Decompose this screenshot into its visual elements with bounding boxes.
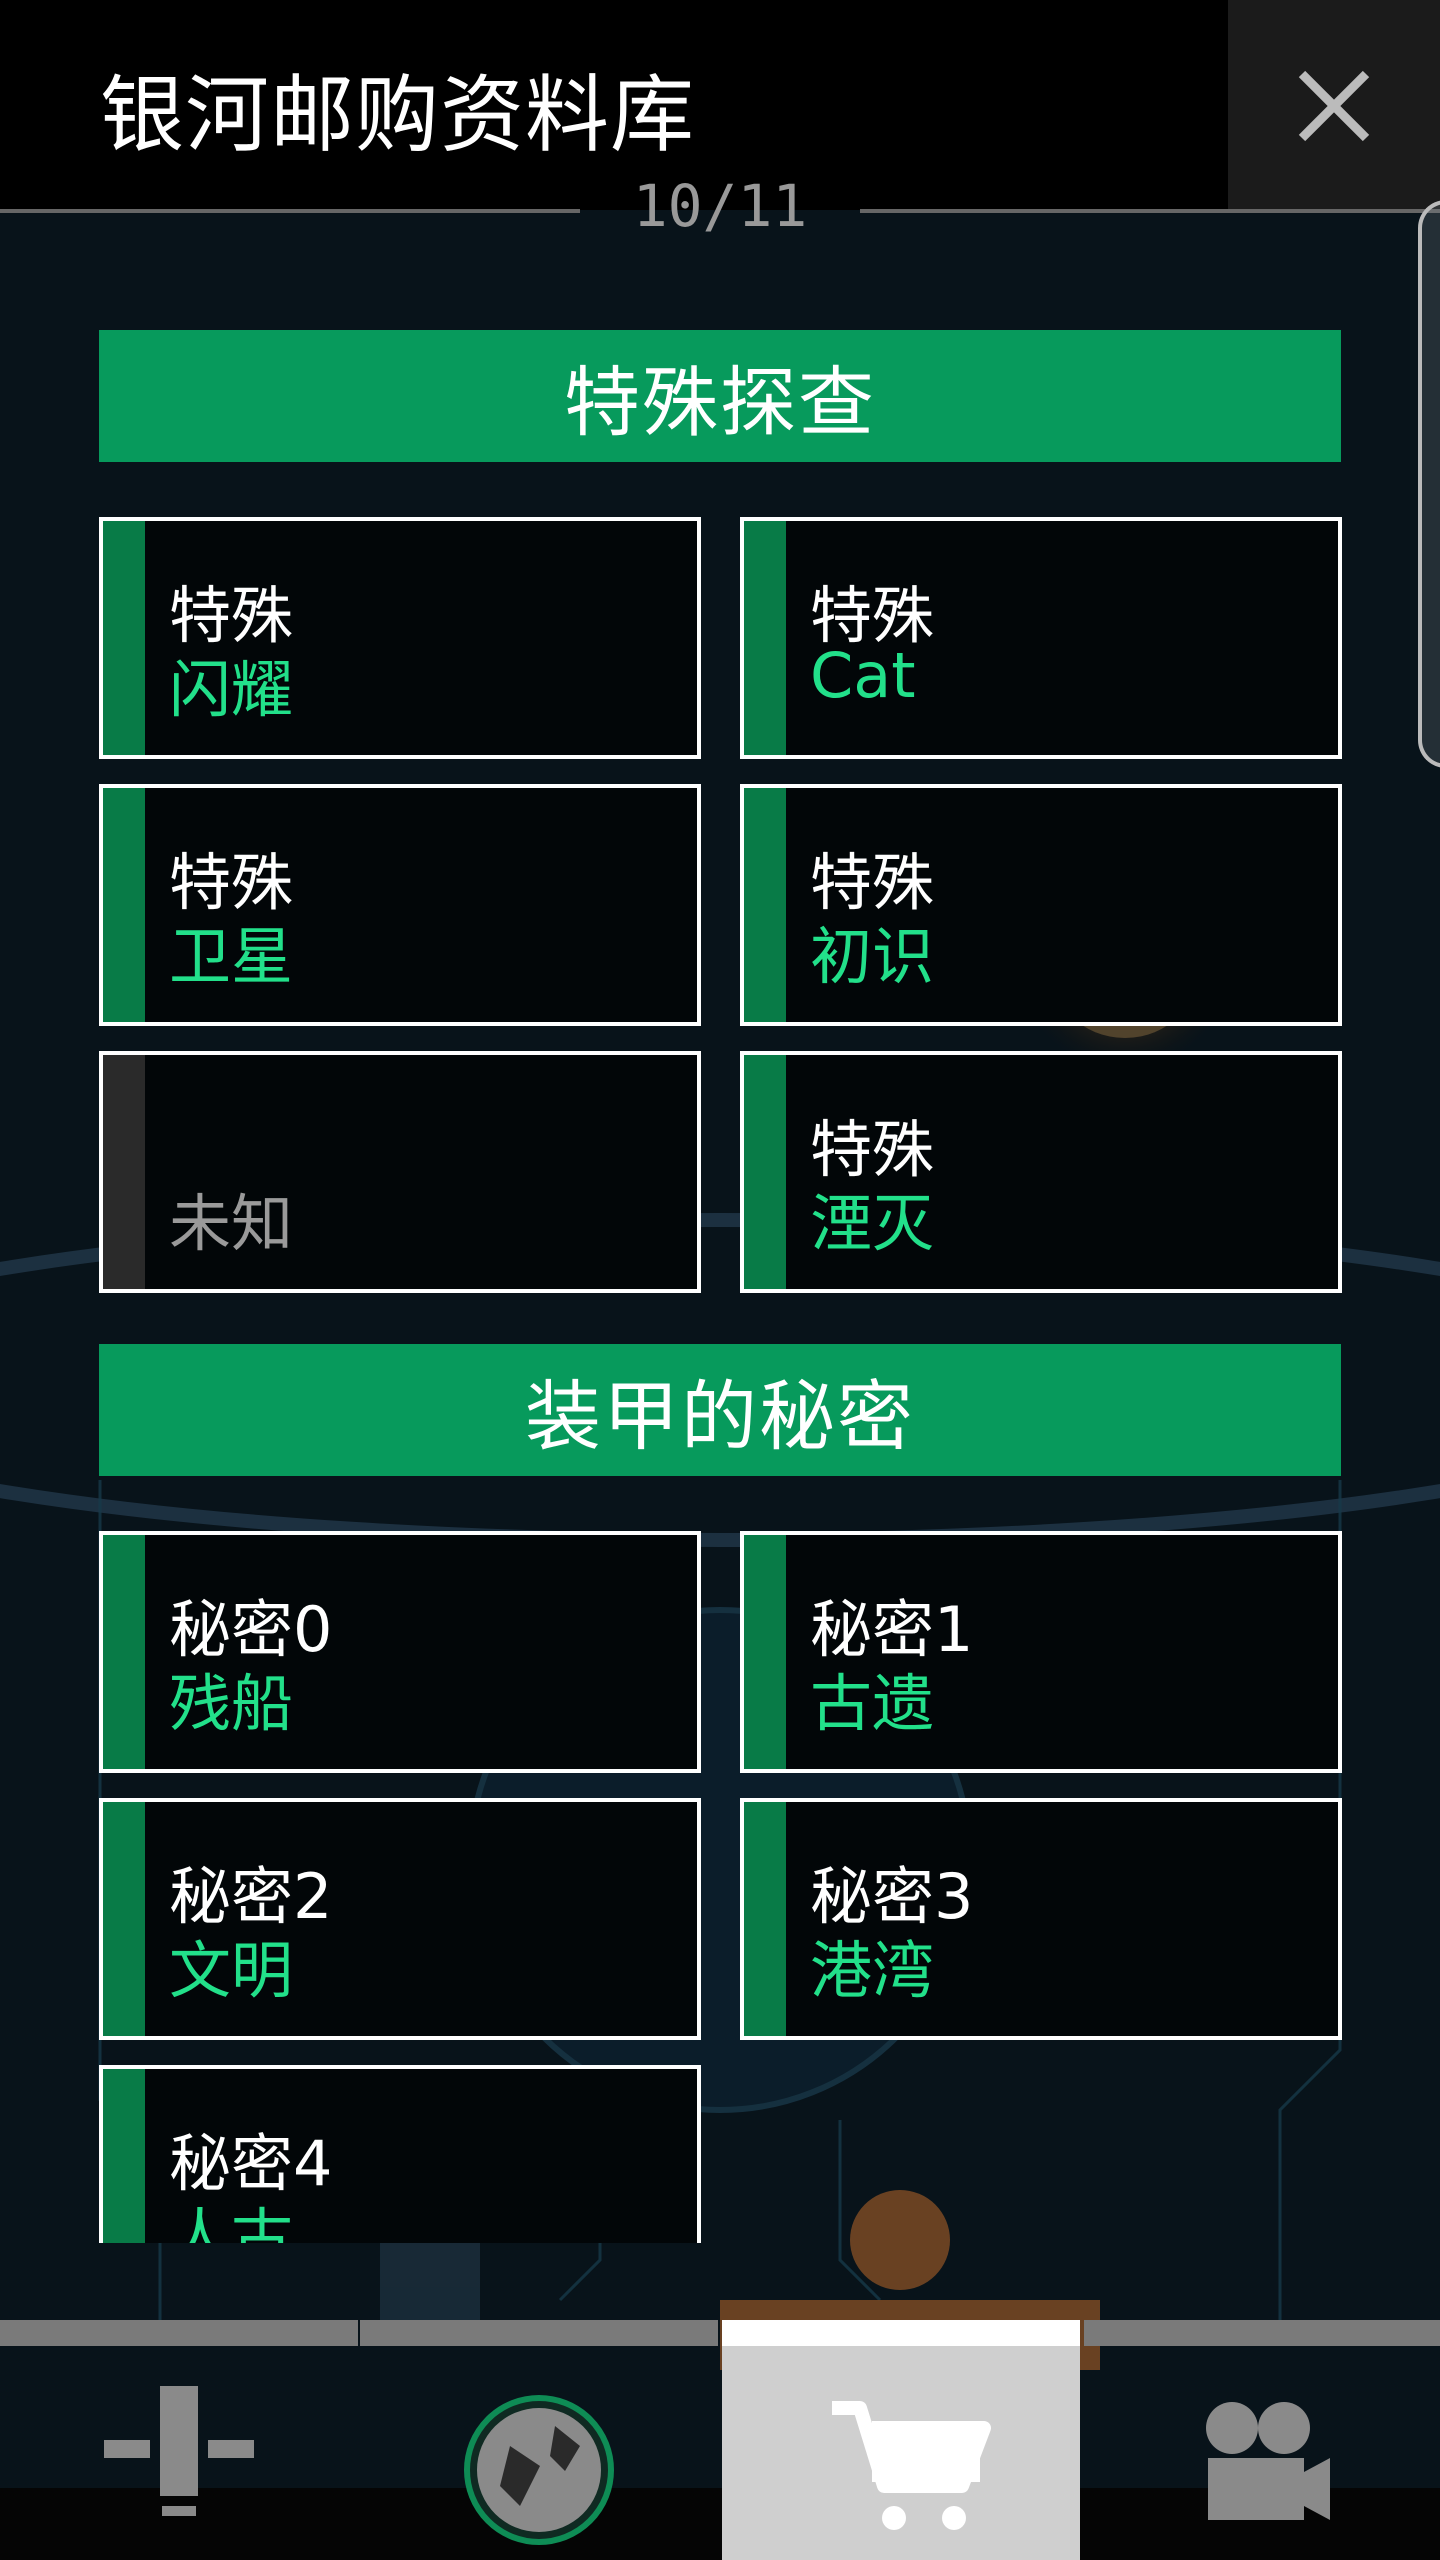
card-stripe xyxy=(103,2069,145,2243)
card-stripe xyxy=(103,1802,145,2036)
tab-indicator xyxy=(722,2320,1080,2346)
catalog-card[interactable]: 秘密3 港湾 xyxy=(740,1798,1342,2040)
card-title: 卫星 xyxy=(169,920,294,993)
card-title: 初识 xyxy=(810,920,935,993)
card-title: 闪耀 xyxy=(169,653,294,726)
card-title: Cat xyxy=(810,639,916,712)
divider-right xyxy=(860,209,1440,213)
catalog-list[interactable]: 特殊探查 特殊 闪耀 特殊 Cat 特殊 卫星 特殊 初识 未知 特殊 湮灭 装… xyxy=(0,215,1440,2243)
card-stripe xyxy=(103,1535,145,1769)
card-title: 人古 xyxy=(169,2201,294,2243)
catalog-card[interactable]: 秘密1 古遗 xyxy=(740,1531,1342,1773)
card-stripe xyxy=(744,521,786,755)
card-title: 未知 xyxy=(169,1187,294,1260)
card-title: 湮灭 xyxy=(810,1187,935,1260)
cart-icon xyxy=(832,2401,991,2530)
nav-tab-base[interactable] xyxy=(0,2320,358,2560)
catalog-card[interactable]: 特殊 闪耀 xyxy=(99,517,701,759)
close-icon xyxy=(1298,70,1370,142)
section-header: 特殊探查 xyxy=(99,330,1341,462)
planet-icon xyxy=(464,2395,614,2545)
card-title: 文明 xyxy=(169,1934,294,2007)
card-title: 港湾 xyxy=(810,1934,935,2007)
nav-tab-planet[interactable] xyxy=(360,2320,718,2560)
card-stripe xyxy=(744,1535,786,1769)
tab-indicator xyxy=(360,2320,718,2346)
card-stripe xyxy=(103,1055,145,1289)
card-stripe xyxy=(744,1802,786,2036)
catalog-card[interactable]: 特殊 初识 xyxy=(740,784,1342,1026)
card-stripe xyxy=(744,1055,786,1289)
tab-indicator xyxy=(1084,2320,1440,2346)
close-button[interactable] xyxy=(1228,0,1440,210)
building-icon xyxy=(104,2386,254,2516)
catalog-card[interactable]: 秘密0 残船 xyxy=(99,1531,701,1773)
card-stripe xyxy=(103,521,145,755)
catalog-card[interactable]: 特殊 卫星 xyxy=(99,784,701,1026)
header: 银河邮购资料库 10/11 xyxy=(0,0,1440,240)
page-title: 银河邮购资料库 xyxy=(100,66,696,164)
nav-tab-camera[interactable] xyxy=(1084,2320,1440,2560)
card-title: 残船 xyxy=(169,1667,294,1740)
divider-left xyxy=(0,209,580,213)
catalog-card-locked[interactable]: 未知 xyxy=(99,1051,701,1293)
catalog-card[interactable]: 特殊 湮灭 xyxy=(740,1051,1342,1293)
card-stripe xyxy=(744,788,786,1022)
bottom-nav xyxy=(0,2320,1440,2560)
tab-indicator xyxy=(0,2320,358,2346)
catalog-card[interactable]: 秘密2 文明 xyxy=(99,1798,701,2040)
card-stripe xyxy=(103,788,145,1022)
camera-icon xyxy=(1206,2402,1330,2520)
card-title: 古遗 xyxy=(810,1667,935,1740)
nav-tab-shop[interactable] xyxy=(722,2320,1080,2560)
catalog-card[interactable]: 秘密4 人古 xyxy=(99,2065,701,2243)
catalog-card[interactable]: 特殊 Cat xyxy=(740,517,1342,759)
section-header: 装甲的秘密 xyxy=(99,1344,1341,1476)
